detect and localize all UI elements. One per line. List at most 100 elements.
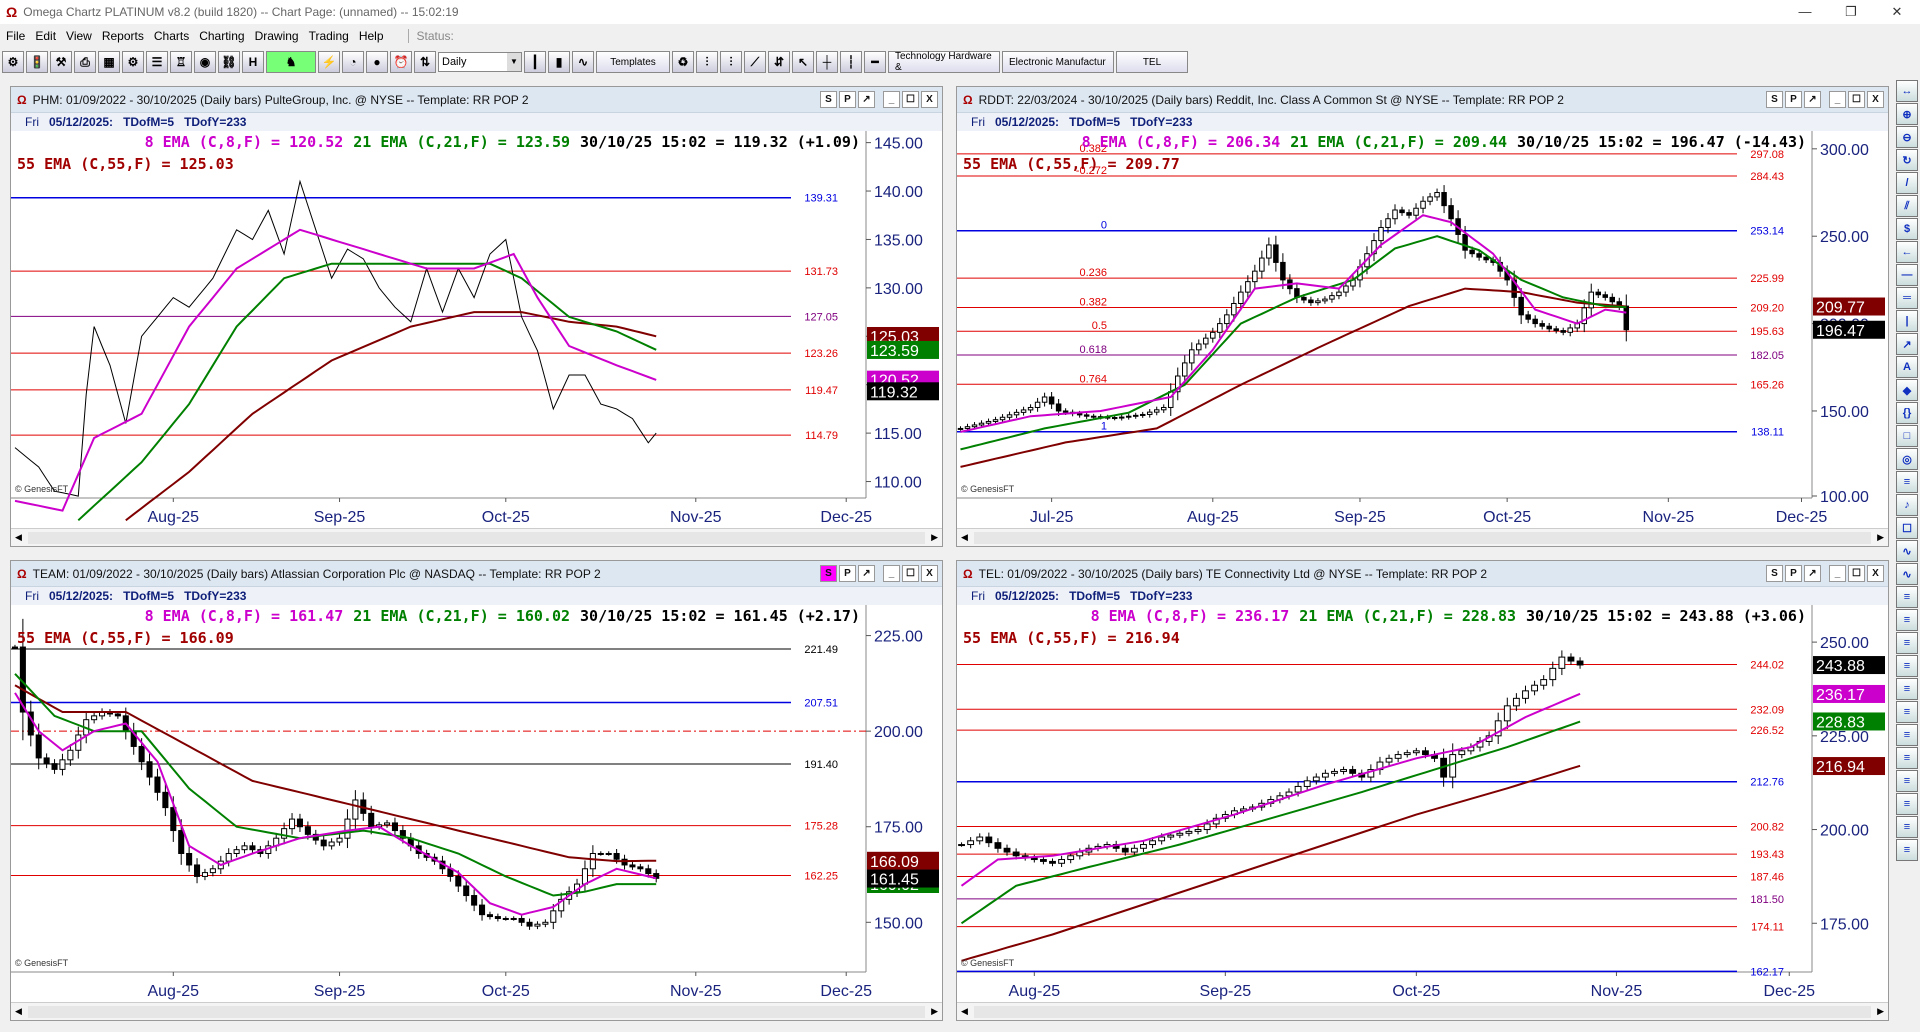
chart-area[interactable]: 221.49 207.51 191.40 175.28 162.25 225.00 200.…: [11, 605, 942, 1002]
menu-charting[interactable]: Charting: [199, 29, 244, 43]
price-chart[interactable]: 297.080.382284.43-0.272253.140225.990.23…: [957, 131, 1888, 528]
zoom-in-icon[interactable]: ⊕: [1896, 103, 1918, 125]
menu-charts[interactable]: Charts: [154, 29, 189, 43]
tool-k-icon[interactable]: ≡: [1896, 816, 1918, 838]
tool-h-icon[interactable]: ≡: [1896, 747, 1918, 769]
scroll-left-icon[interactable]: ◀: [961, 532, 968, 543]
scroll-right-icon[interactable]: ▶: [1877, 1006, 1884, 1017]
p-button[interactable]: P: [1785, 91, 1802, 108]
crosshair-button[interactable]: ┼: [816, 51, 838, 73]
candle-chart-button[interactable]: ▮: [548, 51, 570, 73]
tool-e-icon[interactable]: ≡: [1896, 678, 1918, 700]
trendline-icon[interactable]: /: [1896, 172, 1918, 194]
chart-panel-team[interactable]: Ω TEAM: 01/09/2022 - 30/10/2025 (Daily ba…: [10, 560, 943, 1021]
s-button[interactable]: S: [1766, 565, 1783, 582]
alarm-button[interactable]: ⏰: [390, 51, 412, 73]
cursor-button[interactable]: ↖: [792, 51, 814, 73]
hline-icon[interactable]: —: [1896, 264, 1918, 286]
wave-icon[interactable]: ∿: [1896, 540, 1918, 562]
price-chart[interactable]: 139.31 131.73 127.05 123.26 119.47 114.79 145.…: [11, 131, 942, 528]
close-button[interactable]: X: [1867, 91, 1884, 108]
zoom-out-icon[interactable]: ⊖: [1896, 126, 1918, 148]
p-button[interactable]: P: [839, 565, 856, 582]
scroll-right-icon[interactable]: ▶: [1877, 532, 1884, 543]
close-button[interactable]: ✕: [1874, 4, 1920, 20]
text-icon[interactable]: A: [1896, 356, 1918, 378]
record-button[interactable]: ●: [366, 51, 388, 73]
chart-panel-phm[interactable]: Ω PHM: 01/09/2022 - 30/10/2025 (Daily bar…: [10, 86, 943, 547]
fib-icon[interactable]: ♪: [1896, 494, 1918, 516]
menu-trading[interactable]: Trading: [309, 29, 349, 43]
chart-button[interactable]: ▦: [98, 51, 120, 73]
line-chart-button[interactable]: ∿: [572, 51, 594, 73]
sort-button[interactable]: ⇵: [768, 51, 790, 73]
group-tab-2[interactable]: TEL: [1116, 51, 1188, 73]
chart-panel-rddt[interactable]: Ω RDDT: 22/03/2024 - 30/10/2025 (Daily ba…: [956, 86, 1889, 547]
vline-icon[interactable]: |: [1896, 310, 1918, 332]
rectangle-icon[interactable]: □: [1896, 425, 1918, 447]
tool-g-icon[interactable]: ≡: [1896, 724, 1918, 746]
horizontal-scrollbar[interactable]: ◀ ▶: [11, 528, 942, 546]
indicator-button[interactable]: ⫶: [696, 51, 718, 73]
horizontal-scrollbar[interactable]: ◀ ▶: [11, 1002, 942, 1020]
templates-button[interactable]: Templates: [596, 51, 670, 73]
gears-button[interactable]: ⚙: [122, 51, 144, 73]
maximize-button[interactable]: ☐: [902, 91, 919, 108]
s-button[interactable]: S: [820, 565, 837, 582]
gear-button[interactable]: ⚙: [2, 51, 24, 73]
tool-b-icon[interactable]: ≡: [1896, 609, 1918, 631]
p-button[interactable]: P: [1785, 565, 1802, 582]
tool-j-icon[interactable]: ≡: [1896, 793, 1918, 815]
scroll-track[interactable]: [27, 1005, 926, 1018]
split-button[interactable]: ⇅: [414, 51, 436, 73]
tool-d-icon[interactable]: ≡: [1896, 655, 1918, 677]
scroll-track[interactable]: [973, 1005, 1872, 1018]
tool-l-icon[interactable]: ≡: [1896, 839, 1918, 861]
group-tab-0[interactable]: Technology Hardware &: [888, 51, 1000, 73]
restore-button[interactable]: ❐: [1828, 4, 1874, 20]
scroll-left-icon[interactable]: ◀: [15, 532, 22, 543]
menu-file[interactable]: File: [6, 29, 25, 43]
bar-chart-button[interactable]: ┃: [524, 51, 546, 73]
menu-reports[interactable]: Reports: [102, 29, 144, 43]
tree-button[interactable]: ♖: [170, 51, 192, 73]
traffic-light-button[interactable]: 🚦: [26, 51, 48, 73]
arrow-icon[interactable]: ↗: [1896, 333, 1918, 355]
tool-c-icon[interactable]: ≡: [1896, 632, 1918, 654]
tool-a-icon[interactable]: ≡: [1896, 586, 1918, 608]
hline-label-icon[interactable]: ═: [1896, 287, 1918, 309]
p-button[interactable]: P: [839, 91, 856, 108]
s-button[interactable]: S: [820, 91, 837, 108]
refresh-icon[interactable]: ↻: [1896, 149, 1918, 171]
minimize-button[interactable]: _: [883, 565, 900, 582]
popout-button[interactable]: ↗: [1804, 565, 1821, 582]
popout-button[interactable]: ↗: [858, 91, 875, 108]
tools-button[interactable]: ⚒: [50, 51, 72, 73]
rps-lines-icon[interactable]: ≡: [1896, 471, 1918, 493]
menu-drawing[interactable]: Drawing: [255, 29, 299, 43]
run-button[interactable]: ♞: [266, 51, 316, 73]
scroll-track[interactable]: [973, 531, 1872, 544]
chart-panel-tel[interactable]: Ω TEL: 01/09/2022 - 30/10/2025 (Daily bar…: [956, 560, 1889, 1021]
dollar-line-icon[interactable]: $: [1896, 218, 1918, 240]
indicator2-button[interactable]: ⫶: [720, 51, 742, 73]
printer-button[interactable]: ⎙: [74, 51, 96, 73]
gauge-button[interactable]: ◔: [342, 51, 364, 73]
hline-button[interactable]: ━: [864, 51, 886, 73]
menu-view[interactable]: View: [66, 29, 92, 43]
shapes-icon[interactable]: ◆: [1896, 379, 1918, 401]
scroll-right-icon[interactable]: ▶: [931, 532, 938, 543]
minimize-button[interactable]: —: [1782, 4, 1828, 20]
scroll-right-icon[interactable]: ▶: [931, 1006, 938, 1017]
list-button[interactable]: ☰: [146, 51, 168, 73]
chart-area[interactable]: 139.31 131.73 127.05 123.26 119.47 114.79 145.…: [11, 131, 942, 528]
maximize-button[interactable]: ☐: [902, 565, 919, 582]
minimize-button[interactable]: _: [883, 91, 900, 108]
s-button[interactable]: S: [1766, 91, 1783, 108]
popout-button[interactable]: ↗: [1804, 91, 1821, 108]
trend-button[interactable]: ⟋: [744, 51, 766, 73]
minimize-button[interactable]: _: [1829, 565, 1846, 582]
vline-button[interactable]: ┆: [840, 51, 862, 73]
tool-i-icon[interactable]: ≡: [1896, 770, 1918, 792]
period-select[interactable]: Daily ▼: [438, 52, 522, 72]
